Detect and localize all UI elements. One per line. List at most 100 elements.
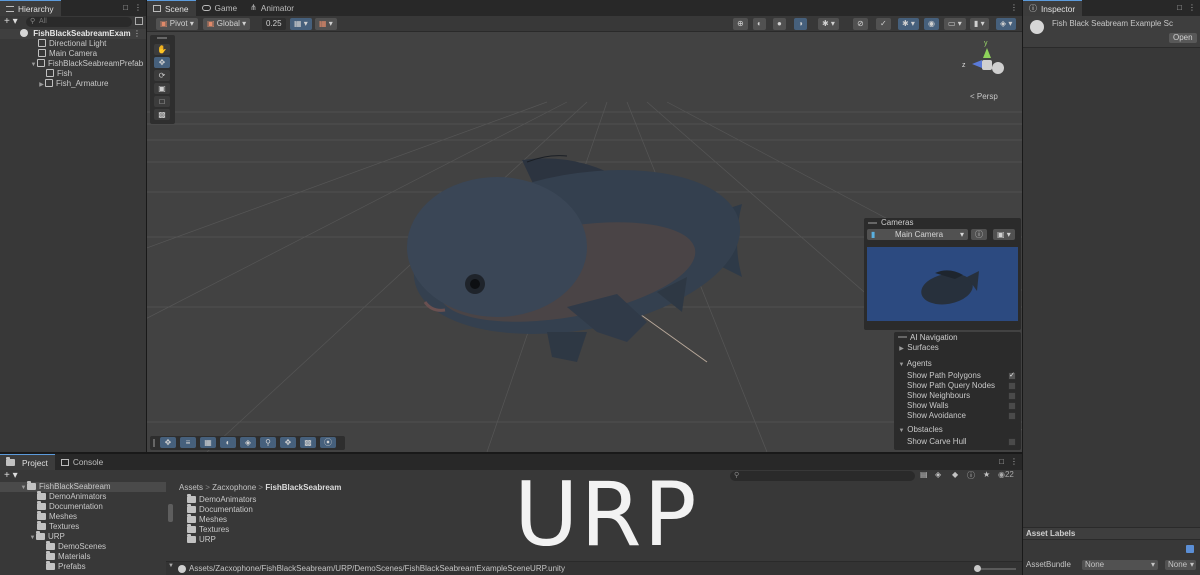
list-item[interactable]: URP [175,534,475,545]
tree-scroll-thumb[interactable] [168,504,173,522]
hierarchy-item-scene[interactable]: FishBlackSeabreamExam ⋮ [0,29,146,39]
tree-scrollbar[interactable] [168,484,173,572]
scroll-down-arrow-icon[interactable]: ▼ [168,563,174,569]
persp-label[interactable]: < Persp [970,92,998,101]
tree-item-fishblackseabream[interactable]: ▼ FishBlackSeabream [0,481,166,492]
collapse-arrow-icon[interactable]: ▶ [38,80,45,90]
navmesh-tool-4[interactable]: ◐ [220,437,236,448]
hierarchy-item-main-camera[interactable]: Main Camera [0,49,146,59]
tree-item-documentation[interactable]: Documentation [0,501,166,512]
tree-item-materials[interactable]: Materials [0,551,166,562]
gizmos-dropdown[interactable]: ◈ ▾ [996,18,1017,30]
favorite-icon[interactable]: ★ [983,470,990,479]
tree-item-textures[interactable]: Textures [0,521,166,532]
show-avoidance-checkbox[interactable] [1008,412,1016,420]
asset-labels-header[interactable]: Asset Labels [1023,527,1200,540]
scale-tool-button[interactable]: ▣ [154,83,170,94]
draw-mode-button[interactable]: ⊕ [733,18,748,30]
ai-nav-agents-foldout[interactable]: ▼ Agents [894,359,1021,369]
log-filter-icon[interactable]: ◆ [952,470,958,479]
tree-item-meshes[interactable]: Meshes [0,511,166,522]
zoom-tool[interactable]: ⚲ [260,437,276,448]
show-path-polygons-option[interactable]: Show Path Polygons ✓ [894,371,1021,381]
tree-item-demoscenes[interactable]: DemoScenes [0,541,166,552]
lock-icon[interactable]: □ [1177,3,1182,12]
show-path-query-nodes-option[interactable]: Show Path Query Nodes [894,381,1021,391]
breadcrumb-item[interactable]: Assets [179,483,203,492]
hidden-objects-dropdown[interactable]: ▭ ▾ [944,18,966,30]
camera-info-button[interactable]: ⓘ [971,229,987,240]
more-icon[interactable]: ⋮ [1010,3,1018,12]
fish-model[interactable] [401,147,753,362]
navmesh-tool-8[interactable]: ▩ [300,437,316,448]
camera-frame-button[interactable]: ▣ ▾ [993,229,1015,240]
warning-icon[interactable]: ⓘ [967,470,975,481]
shaded-toggle[interactable]: ● [773,18,786,30]
navmesh-tool-7[interactable]: ✥ [280,437,296,448]
icon-size-slider[interactable] [974,565,1016,572]
search-by-type-icon[interactable]: ▤ [920,470,928,479]
hierarchy-item-fish[interactable]: Fish [0,69,146,79]
rotate-tool-button[interactable]: ⟳ [154,70,170,81]
list-item[interactable]: Textures [175,524,475,535]
tree-item-demoanimators[interactable]: DemoAnimators [0,491,166,502]
tab-hierarchy[interactable]: Hierarchy [0,0,61,16]
tool-settings-toggle[interactable]: ✓ [876,18,891,30]
effects-dropdown[interactable]: ✱ ▾ [818,18,839,30]
move-tool-button[interactable]: ✥ [154,57,170,68]
effects-toggle[interactable]: ◑ [794,18,807,30]
tab-scene[interactable]: Scene [147,0,196,16]
asset-bundle-dropdown[interactable]: None ▾ [1082,560,1158,570]
tab-game[interactable]: Game [196,0,245,16]
transform-tool-button[interactable]: ▩ [154,109,170,120]
tab-console[interactable]: Console [55,454,110,470]
show-path-polygons-checkbox[interactable]: ✓ [1008,372,1016,380]
tab-inspector[interactable]: ⓘ Inspector [1023,0,1083,16]
lock-icon[interactable]: □ [999,457,1004,466]
lighting-toggle[interactable]: ◐ [753,18,766,30]
navmesh-tool-1[interactable]: ✥ [160,437,176,448]
search-field[interactable]: ⚲ All [26,17,132,27]
camera-dropdown[interactable]: ▮ ▾ [970,18,989,30]
breadcrumb-item[interactable]: FishBlackSeabream [265,483,341,492]
more-icon[interactable]: ⋮ [1010,457,1018,466]
orientation-gizmo[interactable]: y z [962,40,1012,85]
visibility-toggle[interactable]: ◉ [924,18,939,30]
hierarchy-item-prefab[interactable]: ▼ FishBlackSeabreamPrefab [0,59,146,69]
show-neighbours-checkbox[interactable] [1008,392,1016,400]
tree-item-prefabs[interactable]: Prefabs [0,561,166,572]
list-item[interactable]: Meshes [175,514,475,525]
hidden-packages-icon[interactable]: ◉22 [998,470,1014,479]
navmesh-tool-9[interactable]: ⦿ [320,437,336,448]
show-path-query-nodes-checkbox[interactable] [1008,382,1016,390]
hierarchy-item-directional-light[interactable]: Directional Light [0,39,146,49]
show-avoidance-option[interactable]: Show Avoidance [894,411,1021,421]
more-icon[interactable]: ⋮ [133,29,141,39]
asset-variant-dropdown[interactable]: None ▾ [1165,560,1196,570]
search-by-label-icon[interactable]: ◈ [935,470,941,479]
show-carve-hull-option[interactable]: Show Carve Hull [894,437,1021,447]
add-asset-button[interactable]: + ▾ [4,470,18,482]
tag-icon[interactable] [1186,545,1194,553]
breadcrumb-item[interactable]: Zacxophone [212,483,256,492]
show-neighbours-option[interactable]: Show Neighbours [894,391,1021,401]
search-options-icon[interactable] [135,17,143,25]
tab-animator[interactable]: ⋔ Animator [244,0,301,16]
lock-icon[interactable]: □ [123,3,128,12]
tree-item-urp[interactable]: ▼ URP [0,531,166,542]
hierarchy-item-fish-armature[interactable]: ▶ Fish_Armature [0,79,146,89]
navmesh-tool-3[interactable]: ▦ [200,437,216,448]
ai-nav-surfaces-foldout[interactable]: ▶ Surfaces [894,343,1021,353]
navmesh-tool-2[interactable]: ≡ [180,437,196,448]
more-icon[interactable]: ⋮ [1188,3,1196,12]
global-dropdown[interactable]: ▣ Global ▾ [203,18,251,30]
snap-value-field[interactable]: 0.25 [262,18,286,30]
show-walls-checkbox[interactable] [1008,402,1016,410]
show-carve-hull-checkbox[interactable] [1008,438,1016,446]
grid-snap-toggle[interactable]: ▦ ▾ [290,18,312,30]
add-button[interactable]: + ▾ [4,16,18,28]
show-walls-option[interactable]: Show Walls [894,401,1021,411]
open-button[interactable]: Open [1169,33,1197,43]
hand-tool-button[interactable]: ✋ [154,44,170,55]
ai-nav-obstacles-foldout[interactable]: ▼ Obstacles [894,425,1021,435]
